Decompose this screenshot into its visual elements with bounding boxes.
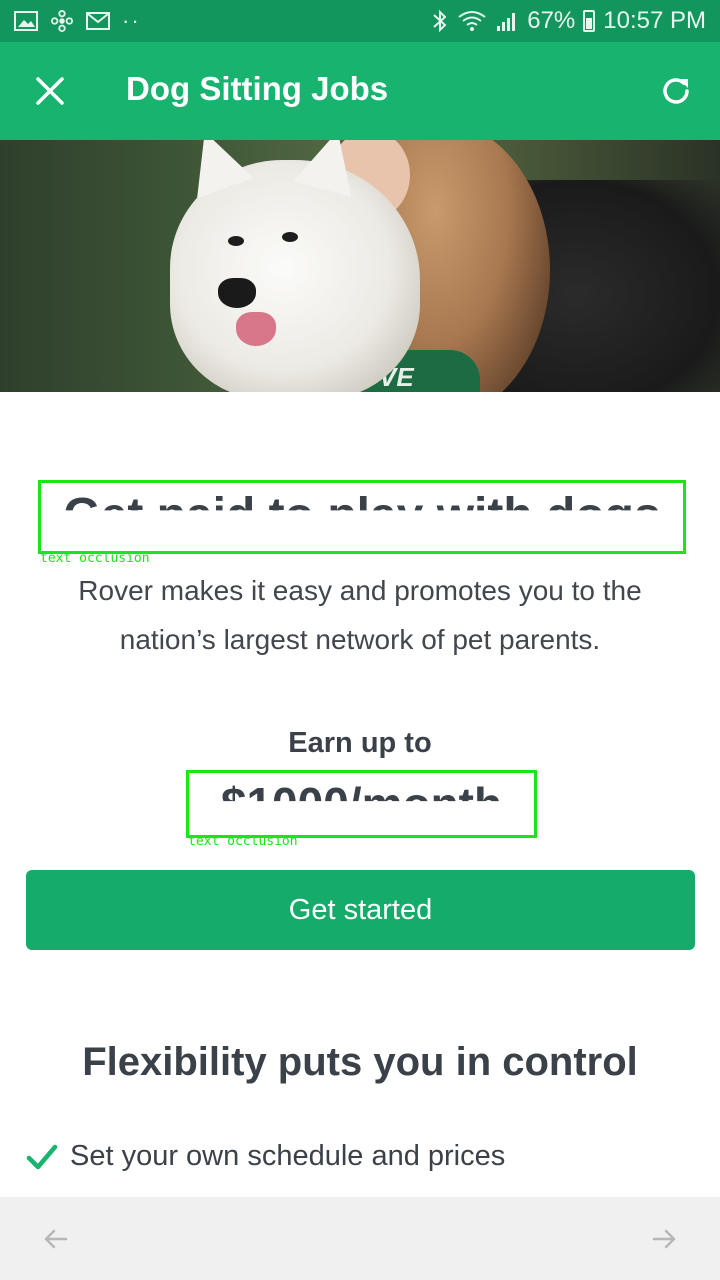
amount-occlusion-box: $1000/month: [186, 770, 537, 838]
hero-dog-nose: [218, 278, 256, 308]
signal-icon: [497, 13, 516, 31]
hero-dog-tongue: [236, 312, 276, 346]
check-icon: [26, 1144, 58, 1169]
section-title: Flexibility puts you in control: [82, 1040, 638, 1084]
battery-percent: 67%: [527, 7, 576, 34]
list-item: Set your own schedule and prices: [26, 1140, 505, 1173]
amount-occlusion-label: text occlusion: [188, 834, 298, 849]
earn-amount: $1000/month: [220, 778, 503, 830]
battery-icon: [583, 10, 596, 32]
fan-icon: [51, 10, 73, 32]
bottom-nav-bar: [0, 1197, 720, 1280]
hero-dog: [170, 160, 420, 392]
page-title: Dog Sitting Jobs: [126, 70, 389, 107]
headline-occlusion-label: text occlusion: [40, 551, 150, 566]
hero-image: ROVE: [0, 140, 720, 392]
arrow-forward-icon[interactable]: [648, 1223, 680, 1255]
app-bar: Dog Sitting Jobs: [0, 42, 720, 140]
get-started-button[interactable]: Get started: [26, 870, 695, 950]
intro-text: Rover makes it easy and promotes you to …: [78, 575, 642, 655]
list-item-label: Set your own schedule and prices: [70, 1140, 506, 1172]
notification-icons: ··: [14, 8, 141, 34]
clock: 10:57 PM: [603, 7, 706, 34]
close-icon[interactable]: [30, 71, 70, 111]
status-bar: ·· 67% 10:57 PM: [0, 0, 720, 42]
headline-occlusion-box: Get paid to play with dogs: [38, 480, 686, 554]
headline: Get paid to play with dogs: [63, 489, 661, 542]
bluetooth-icon: [433, 9, 447, 33]
arrow-back-icon[interactable]: [40, 1223, 72, 1255]
hero-dog-eye-right: [282, 232, 298, 242]
hero-dog-eye-left: [228, 236, 244, 246]
wifi-icon: [458, 11, 486, 31]
image-icon: [14, 11, 38, 31]
gmail-icon: [86, 12, 110, 30]
refresh-icon[interactable]: [658, 73, 694, 109]
earn-label: Earn up to: [288, 727, 432, 759]
more-dots-icon: ··: [122, 8, 141, 33]
status-indicators: 67% 10:57 PM: [431, 7, 706, 35]
